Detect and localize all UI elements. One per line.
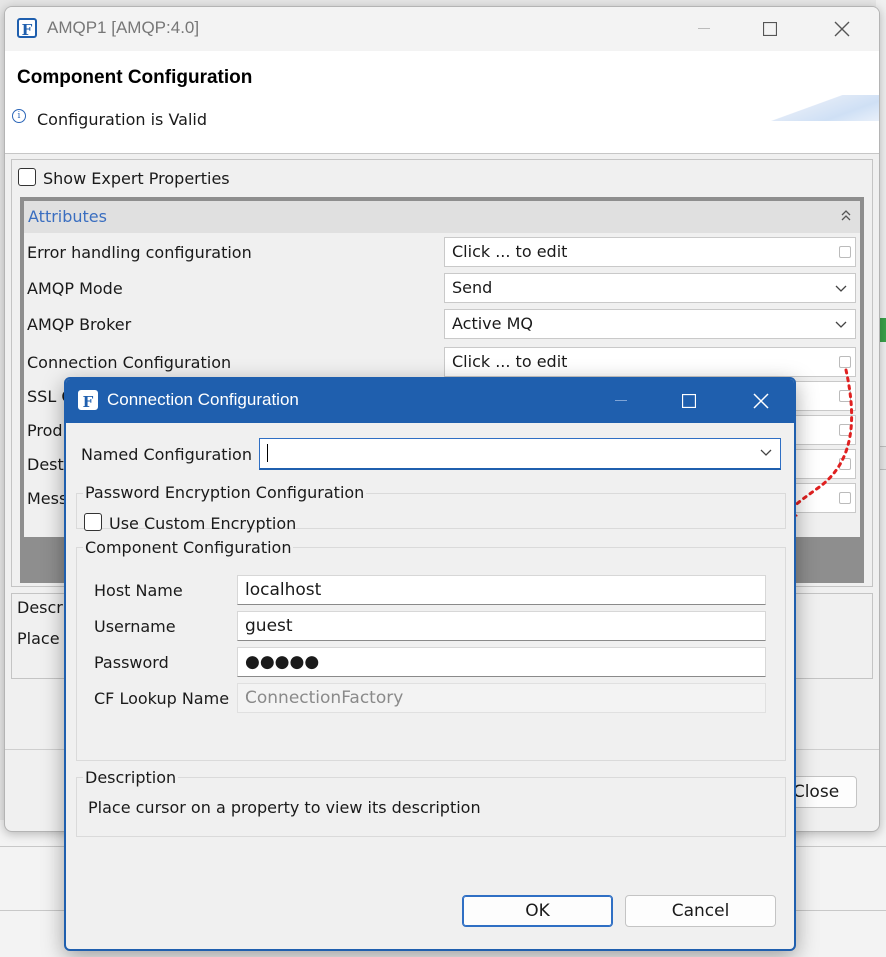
connection-configuration-dialog: F Connection Configuration Named Configu… [64,377,796,951]
ok-button[interactable]: OK [462,895,613,927]
description-title: Descri [17,598,68,617]
validation-status: Configuration is Valid [37,110,208,129]
maximize-icon[interactable] [666,379,712,423]
close-icon[interactable] [738,379,784,423]
password-encryption-title: Password Encryption Configuration [83,483,367,502]
property-label: Mess [27,489,68,508]
dialog-titlebar: F Connection Configuration [66,379,794,423]
window-titlebar: F AMQP1 [AMQP:4.0] [5,7,879,51]
use-custom-encryption-checkbox[interactable] [84,513,102,531]
cf-lookup-name-input: ConnectionFactory [237,683,766,713]
dialog-description-title: Description [83,768,179,787]
edit-ellipsis-icon[interactable] [839,246,851,258]
property-label: Desti [27,455,69,474]
text-cursor [267,444,268,462]
property-edit-field[interactable]: Click ... to edit [444,237,856,267]
property-value: Active MQ [452,314,533,333]
attributes-header[interactable]: Attributes [24,201,860,233]
property-label: Error handling configuration [27,243,252,262]
close-icon[interactable] [819,7,865,51]
app-logo-icon: F [78,390,98,411]
property-value: Click ... to edit [452,242,568,261]
dialog-title: Connection Configuration [107,390,299,409]
property-select[interactable]: Active MQ [444,309,856,339]
minimize-icon[interactable] [681,7,727,51]
app-logo-icon: F [17,18,37,39]
use-custom-encryption-label: Use Custom Encryption [109,514,297,533]
property-label: AMQP Broker [27,315,132,334]
named-config-label: Named Configuration [81,445,252,464]
info-icon: i [12,109,26,123]
property-select[interactable]: Send [444,273,856,303]
username-input[interactable]: guest [237,611,766,641]
chevron-down-icon[interactable] [835,321,847,329]
field-label: Username [94,617,176,636]
component-config-title: Component Configuration [83,538,294,557]
property-label: Prod [27,421,63,440]
field-label: CF Lookup Name [94,689,230,708]
property-label: AMQP Mode [27,279,123,298]
property-value: Click ... to edit [452,352,568,371]
dialog-description-text: Place cursor on a property to view its d… [88,798,481,817]
property-label: Connection Configuration [27,353,232,372]
collapse-icon[interactable] [840,207,852,226]
field-label: Host Name [94,581,183,600]
page-title: Component Configuration [17,67,253,88]
attributes-header-label: Attributes [28,207,107,226]
window-title: AMQP1 [AMQP:4.0] [47,18,200,37]
header-decoration [769,95,879,121]
minimize-icon[interactable] [598,379,644,423]
field-label: Password [94,653,169,672]
show-expert-label: Show Expert Properties [43,169,230,188]
maximize-icon[interactable] [747,7,793,51]
chevron-down-icon[interactable] [760,449,772,457]
cancel-button[interactable]: Cancel [625,895,776,927]
config-header: Component Configuration i Configuration … [5,51,879,154]
host-name-input[interactable]: localhost [237,575,766,605]
show-expert-checkbox[interactable] [18,168,36,186]
password-input[interactable]: ●●●●● [237,647,766,677]
property-value: Send [452,278,493,297]
chevron-down-icon[interactable] [835,285,847,293]
named-config-combobox[interactable] [259,438,781,470]
